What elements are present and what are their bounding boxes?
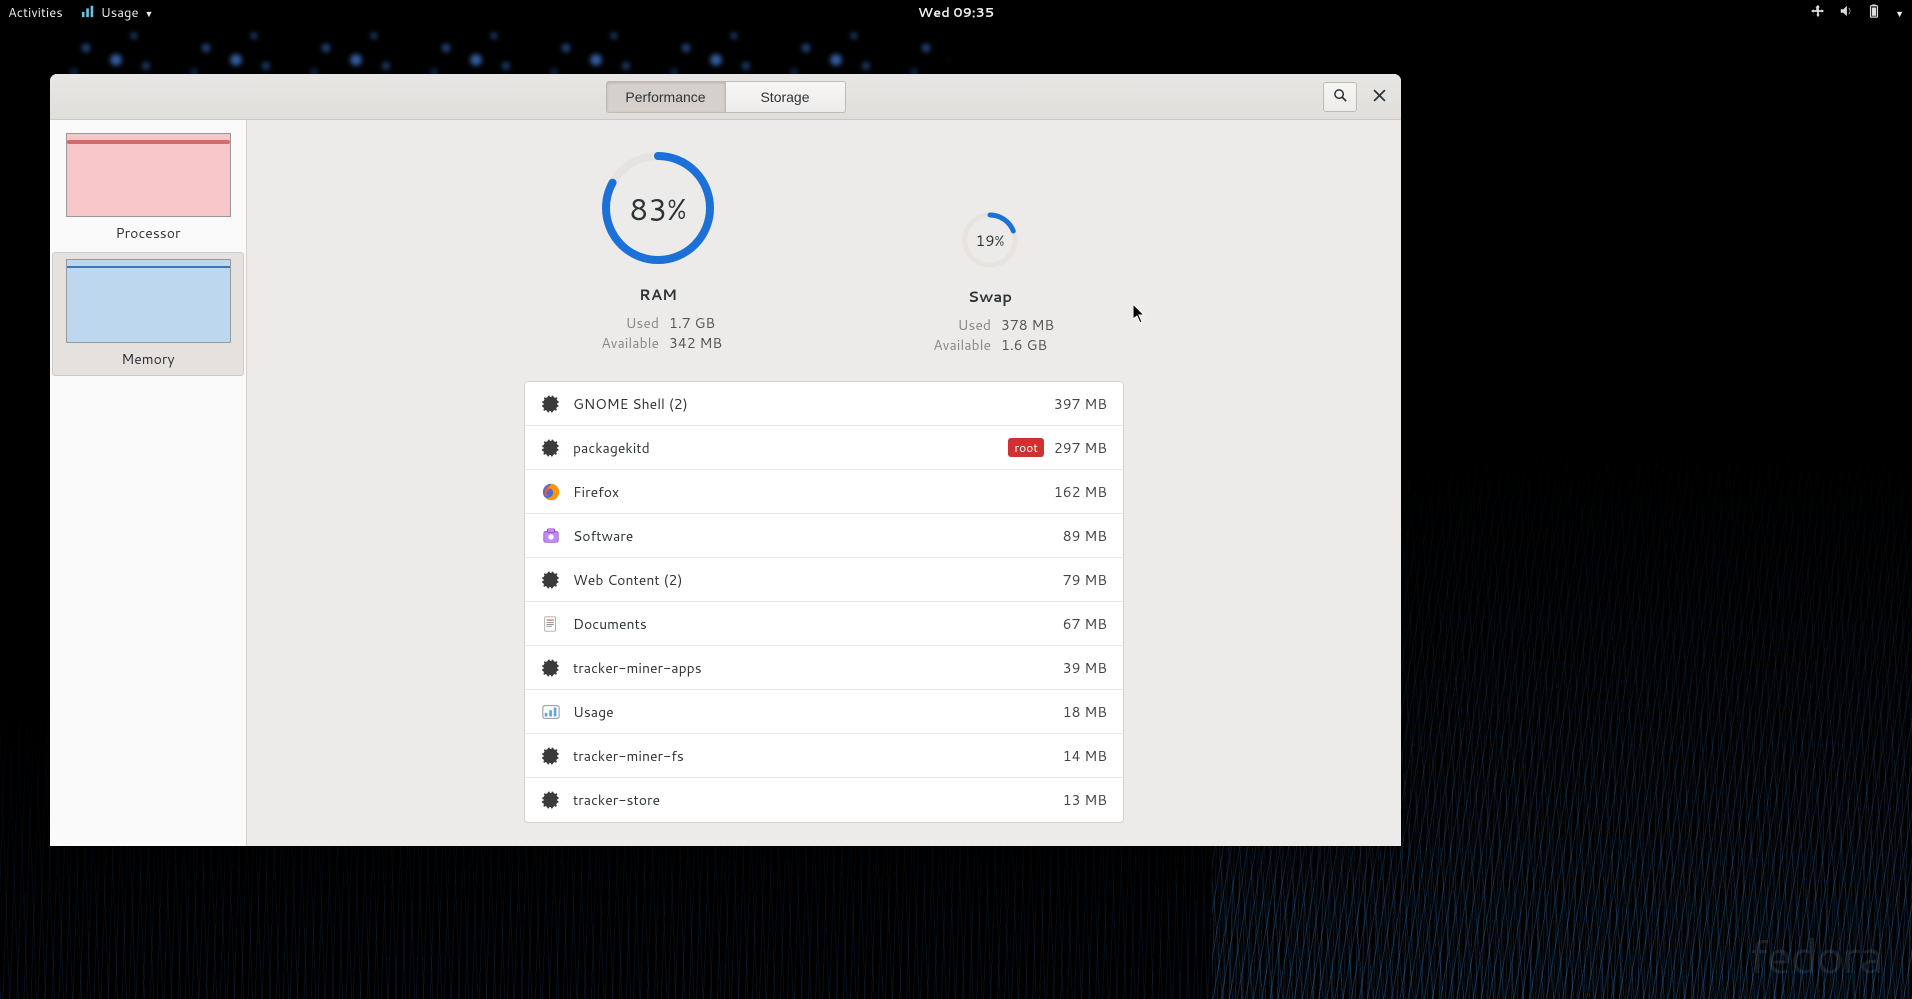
process-memory-value: 14 MB [1063, 746, 1107, 766]
sidebar-item-processor[interactable]: Processor [52, 126, 244, 250]
process-name: Firefox [573, 482, 1054, 502]
ram-title: RAM [592, 284, 724, 305]
main-panel: 83% RAM Used 1.7 GB Available 342 MB [247, 120, 1401, 846]
search-button[interactable] [1323, 82, 1357, 112]
ram-used-value: 1.7 GB [669, 313, 724, 333]
label-available: Available [924, 335, 991, 355]
process-name: GNOME Shell (2) [573, 394, 1054, 414]
swap-title: Swap [924, 286, 1056, 307]
process-row[interactable]: Usage18 MB [525, 690, 1123, 734]
activities-button[interactable]: Activities [8, 4, 63, 22]
gear-icon [541, 746, 561, 766]
process-name: tracker-miner-fs [573, 746, 1063, 766]
process-memory-value: 39 MB [1063, 658, 1107, 678]
ram-available-value: 342 MB [669, 333, 724, 353]
window-close-button[interactable] [1365, 83, 1393, 111]
process-memory-value: 13 MB [1063, 790, 1107, 810]
process-name: Documents [573, 614, 1063, 634]
sidebar-item-memory[interactable]: Memory [52, 252, 244, 376]
process-name: Usage [573, 702, 1063, 722]
usage-app-icon [81, 4, 95, 23]
gear-icon [541, 438, 561, 458]
firefox-icon [541, 482, 561, 502]
process-memory-value: 397 MB [1054, 394, 1107, 414]
network-icon [1811, 4, 1825, 23]
process-row[interactable]: Web Content (2)79 MB [525, 558, 1123, 602]
gear-icon [541, 394, 561, 414]
ram-percent: 83% [598, 148, 718, 268]
documents-icon [541, 614, 561, 634]
gear-icon [541, 790, 561, 810]
process-name: packagekitd [573, 438, 1008, 458]
sidebar: Processor Memory [50, 120, 247, 846]
process-row[interactable]: GNOME Shell (2)397 MB [525, 382, 1123, 426]
process-memory-value: 89 MB [1063, 526, 1107, 546]
process-memory-value: 67 MB [1063, 614, 1107, 634]
gnome-topbar: Activities Usage ▼ Wed 09:35 ▼ [0, 0, 1912, 26]
cpu-thumbnail [66, 133, 231, 217]
tab-storage[interactable]: Storage [726, 81, 846, 113]
label-used: Used [924, 315, 991, 335]
app-menu[interactable]: Usage ▼ [81, 4, 154, 23]
process-row[interactable]: packagekitdroot 297 MB [525, 426, 1123, 470]
process-row[interactable]: tracker-store13 MB [525, 778, 1123, 822]
process-row[interactable]: Software89 MB [525, 514, 1123, 558]
clock[interactable]: Wed 09:35 [918, 4, 994, 22]
root-tag: root [1008, 438, 1043, 457]
tab-performance[interactable]: Performance [606, 81, 726, 113]
process-name: tracker-store [573, 790, 1063, 810]
process-memory-value: 297 MB [1054, 438, 1107, 458]
process-memory-value: 162 MB [1054, 482, 1107, 502]
process-memory-value: 79 MB [1063, 570, 1107, 590]
gear-icon [541, 658, 561, 678]
process-row[interactable]: tracker-miner-fs14 MB [525, 734, 1123, 778]
process-row[interactable]: Documents67 MB [525, 602, 1123, 646]
close-icon [1373, 89, 1386, 105]
swap-percent: 19% [960, 210, 1020, 270]
swap-gauge: 19% Swap Used 378 MB Available 1.6 GB [924, 148, 1056, 355]
usage-icon [541, 702, 561, 722]
memory-thumbnail [66, 259, 231, 343]
process-name: Software [573, 526, 1063, 546]
process-name: Web Content (2) [573, 570, 1063, 590]
sidebar-item-label: Processor [59, 223, 237, 243]
mouse-cursor [1133, 304, 1147, 324]
app-menu-label: Usage [101, 4, 139, 22]
software-icon [541, 526, 561, 546]
system-status-area[interactable]: ▼ [1811, 4, 1904, 23]
process-memory-value: 18 MB [1063, 702, 1107, 722]
gear-icon [541, 570, 561, 590]
process-list: GNOME Shell (2)397 MB packagekitdroot 297 … [524, 381, 1124, 823]
chevron-down-icon: ▼ [1895, 7, 1904, 20]
ram-gauge: 83% RAM Used 1.7 GB Available 342 MB [592, 148, 724, 355]
usage-window: Performance Storage Processor Memory [50, 74, 1401, 846]
battery-icon [1867, 4, 1881, 23]
label-available: Available [592, 333, 659, 353]
distro-logo: fedora [1749, 921, 1882, 989]
label-used: Used [592, 313, 659, 333]
process-row[interactable]: tracker-miner-apps39 MB [525, 646, 1123, 690]
volume-icon [1839, 4, 1853, 23]
chevron-down-icon: ▼ [144, 7, 153, 20]
process-row[interactable]: Firefox162 MB [525, 470, 1123, 514]
swap-available-value: 1.6 GB [1001, 335, 1056, 355]
view-switcher: Performance Storage [606, 81, 846, 113]
process-name: tracker-miner-apps [573, 658, 1063, 678]
search-icon [1333, 88, 1348, 106]
swap-used-value: 378 MB [1001, 315, 1056, 335]
sidebar-item-label: Memory [59, 349, 237, 369]
headerbar: Performance Storage [50, 74, 1401, 120]
